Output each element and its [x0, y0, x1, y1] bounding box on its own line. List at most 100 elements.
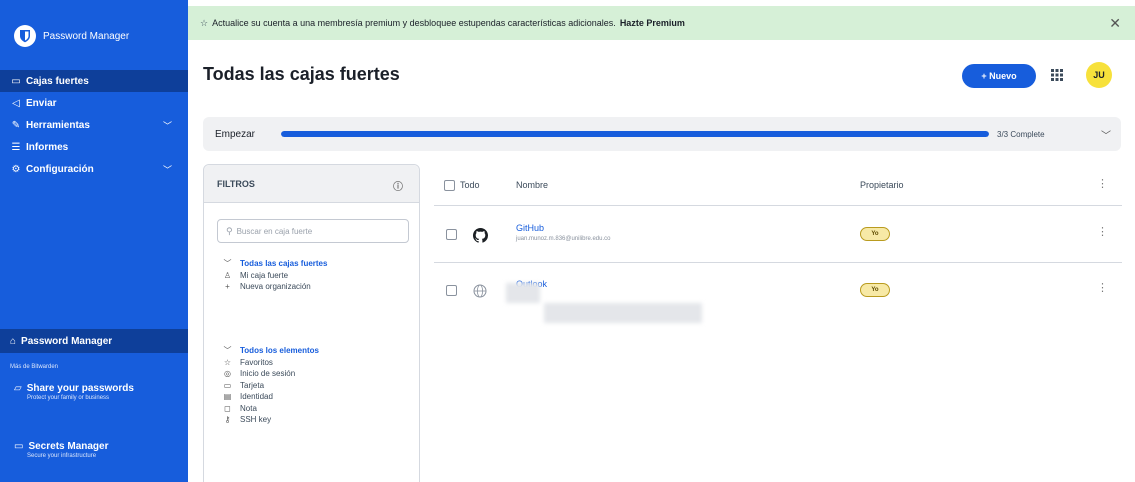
column-header-owner[interactable]: Propietario [860, 180, 904, 190]
filter-ssh-key[interactable]: ⚷ SSH key [221, 414, 319, 426]
filter-login[interactable]: ◎ Inicio de sesión [221, 368, 319, 380]
product-switcher-label: Password Manager [21, 335, 113, 347]
filter-label: SSH key [240, 415, 272, 425]
filter-favorites[interactable]: ☆ Favoritos [221, 357, 319, 369]
sidebar-item-label: Enviar [26, 97, 57, 109]
note-icon: ◻ [224, 403, 231, 413]
chevron-down-icon[interactable]: ﹀ [1101, 127, 1111, 142]
filter-all-vaults[interactable]: ﹀ Todas las cajas fuertes [221, 258, 328, 270]
table-header: Todo Nombre Propietario ⋮ [434, 164, 1122, 206]
vault-icon: ▭ [11, 75, 21, 87]
reports-icon: ☰ [11, 141, 21, 153]
product-title-row: ▭ Secrets Manager [14, 441, 179, 452]
filter-label: Todas las cajas fuertes [240, 259, 328, 269]
bitwarden-shield-icon [14, 25, 36, 47]
product-subtitle: Secure your infrastructure [27, 453, 97, 459]
page-title: Todas las cajas fuertes [203, 64, 400, 84]
filter-all-items[interactable]: ﹀ Todos los elementos [221, 345, 319, 357]
filter-note[interactable]: ◻ Nota [221, 403, 319, 415]
chevron-down-icon: ﹀ [162, 120, 172, 131]
github-icon [472, 227, 488, 243]
table-row[interactable]: GitHub juan.munoz.m.836@unilibre.edu.co … [434, 207, 1122, 263]
more-from-label: Más de Bitwarden [10, 364, 59, 370]
vault-search-input[interactable]: ⚲ Buscar en caja fuerte [217, 219, 409, 243]
progress-bar-fill [281, 131, 989, 137]
sidebar-item-label: Herramientas [26, 119, 90, 131]
apps-grid-icon[interactable] [1050, 68, 1064, 82]
filters-header: FILTROS ⓘ [204, 165, 419, 203]
gear-icon: ⚙ [11, 163, 21, 175]
filter-label: Todos los elementos [240, 346, 319, 356]
secrets-icon: ▭ [14, 441, 24, 452]
globe-icon: ◎ [224, 369, 231, 379]
sidebar-item-settings[interactable]: ⚙ Configuración ﹀ [0, 158, 188, 180]
select-all-checkbox[interactable] [444, 180, 455, 191]
item-username: juan.munoz.m.836@unilibre.edu.co [516, 236, 611, 242]
filter-label: Nota [240, 403, 257, 413]
sidebar-item-label: Cajas fuertes [26, 75, 89, 87]
filter-label: Nueva organización [240, 282, 311, 292]
close-icon[interactable]: ✕ [1109, 15, 1121, 32]
sidebar-item-label: Informes [26, 141, 69, 153]
tools-icon: ✎ [11, 119, 21, 131]
filter-identity[interactable]: ▤ Identidad [221, 391, 319, 403]
more-options-icon[interactable]: ⋮ [1097, 177, 1108, 190]
filter-label: Favoritos [240, 357, 273, 367]
row-checkbox[interactable] [446, 285, 457, 296]
product-title-row: ▱ Share your passwords [14, 383, 179, 394]
sidebar-item-reports[interactable]: ☰ Informes [0, 136, 188, 158]
user-icon: ♙ [223, 270, 232, 280]
table-row[interactable]: Outlook Yo ⋮ [434, 263, 1122, 323]
row-checkbox[interactable] [446, 229, 457, 240]
sidebar-item-send[interactable]: ◁ Enviar [0, 92, 188, 114]
filter-card[interactable]: ▭ Tarjeta [221, 380, 319, 392]
filters-panel: FILTROS ⓘ ⚲ Buscar en caja fuerte ﹀ Toda… [203, 164, 420, 482]
product-title: Share your passwords [26, 383, 134, 394]
product-share-passwords[interactable]: ▱ Share your passwords Protect your fami… [14, 383, 179, 401]
redacted-username [544, 303, 702, 323]
redacted-avatar [506, 283, 540, 303]
chevron-down-icon: ﹀ [162, 164, 172, 175]
star-icon: ☆ [200, 17, 209, 28]
card-icon: ▭ [223, 380, 232, 390]
sidebar-nav: ▭ Cajas fuertes ◁ Enviar ✎ Herramientas … [0, 70, 188, 180]
filter-label: Tarjeta [240, 380, 265, 390]
progress-label: Empezar [215, 128, 256, 140]
filters-title: FILTROS [217, 178, 255, 189]
plus-icon: + [225, 282, 230, 292]
new-item-button[interactable]: + Nuevo [962, 64, 1036, 88]
product-secrets-manager[interactable]: ▭ Secrets Manager Secure your infrastruc… [14, 441, 179, 459]
filter-label: Mi caja fuerte [240, 270, 289, 280]
avatar[interactable]: JU [1086, 62, 1112, 88]
type-filter-list: ﹀ Todos los elementos ☆ Favoritos ◎ Inic… [221, 345, 319, 426]
search-icon: ⚲ [226, 225, 233, 236]
lock-icon: ⌂ [10, 335, 17, 347]
key-icon: ⚷ [224, 415, 231, 425]
banner-text: Actualice su cuenta a una membresía prem… [212, 18, 616, 28]
share-icon: ▱ [14, 383, 22, 394]
progress-status: 3/3 Complete [997, 129, 1045, 139]
globe-icon [472, 283, 488, 299]
product-title: Secrets Manager [28, 441, 109, 452]
sidebar-item-vaults[interactable]: ▭ Cajas fuertes [0, 70, 188, 92]
brand-name: Password Manager [43, 30, 130, 42]
star-icon: ☆ [223, 357, 232, 367]
help-icon[interactable]: ⓘ [393, 178, 403, 193]
product-switcher[interactable]: ⌂ Password Manager [0, 329, 188, 353]
premium-link[interactable]: Hazte Premium [620, 18, 685, 28]
column-header-name[interactable]: Nombre [516, 180, 548, 190]
brand[interactable]: Password Manager [0, 0, 188, 72]
column-header-all: Todo [460, 180, 480, 190]
filter-my-vault[interactable]: ♙ Mi caja fuerte [221, 270, 327, 282]
more-options-icon[interactable]: ⋮ [1097, 281, 1108, 294]
more-options-icon[interactable]: ⋮ [1097, 225, 1108, 238]
vault-filter-list: ﹀ Todas las cajas fuertes ♙ Mi caja fuer… [221, 258, 328, 293]
filter-label: Inicio de sesión [240, 369, 296, 379]
filter-new-organization[interactable]: + Nueva organización [221, 281, 327, 293]
sidebar-item-label: Configuración [26, 163, 94, 175]
chevron-down-icon: ﹀ [223, 259, 232, 269]
sidebar-item-tools[interactable]: ✎ Herramientas ﹀ [0, 114, 188, 136]
product-subtitle: Protect your family or business [27, 395, 110, 401]
item-name-link[interactable]: GitHub [516, 223, 544, 233]
onboarding-progress[interactable]: Empezar 3/3 Complete ﹀ [203, 117, 1121, 151]
